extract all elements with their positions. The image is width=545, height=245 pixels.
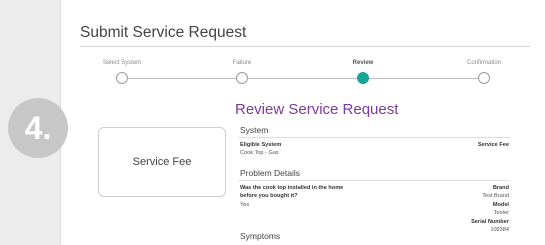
step-circle-failure[interactable] bbox=[236, 72, 248, 84]
step-number-badge: 4. bbox=[8, 98, 68, 158]
brand-value: Test Brand bbox=[482, 193, 509, 199]
eligible-system-label: Eligible System bbox=[240, 142, 282, 148]
installed-question-line1: Was the cook top installed in the home bbox=[240, 185, 344, 191]
step-label-confirmation: Confirmation bbox=[466, 60, 502, 66]
system-heading: System bbox=[240, 125, 269, 135]
symptoms-heading: Symptoms bbox=[240, 231, 281, 241]
brand-label: Brand bbox=[492, 185, 509, 191]
problem-details-divider bbox=[238, 180, 510, 181]
system-divider bbox=[238, 137, 510, 138]
service-fee-card[interactable]: Service Fee bbox=[98, 127, 226, 197]
step-circle-confirmation[interactable] bbox=[478, 72, 490, 84]
service-fee-card-label: Service Fee bbox=[132, 156, 192, 168]
model-label: Model bbox=[492, 202, 509, 208]
installed-answer: Yes bbox=[240, 202, 250, 208]
step-circle-review[interactable] bbox=[357, 72, 369, 84]
model-value: Tester bbox=[493, 210, 509, 216]
service-fee-label: Service Fee bbox=[477, 142, 509, 148]
stepper-track bbox=[128, 78, 480, 79]
step-circle-select-system[interactable] bbox=[116, 72, 128, 84]
problem-details-heading: Problem Details bbox=[240, 168, 300, 178]
step-label-review: Review bbox=[352, 60, 374, 66]
serial-number-value: 109384 bbox=[490, 227, 509, 233]
step-label-failure: Failure bbox=[232, 60, 252, 66]
eligible-system-value: Cook Top - Gas bbox=[240, 150, 279, 156]
page-title: Submit Service Request bbox=[80, 24, 247, 41]
title-divider bbox=[80, 46, 530, 47]
step-label-select-system: Select System bbox=[102, 60, 142, 66]
serial-number-label: Serial Number bbox=[471, 219, 509, 225]
review-title: Review Service Request bbox=[235, 101, 399, 118]
installed-question-line2: before you bought it? bbox=[240, 193, 298, 199]
